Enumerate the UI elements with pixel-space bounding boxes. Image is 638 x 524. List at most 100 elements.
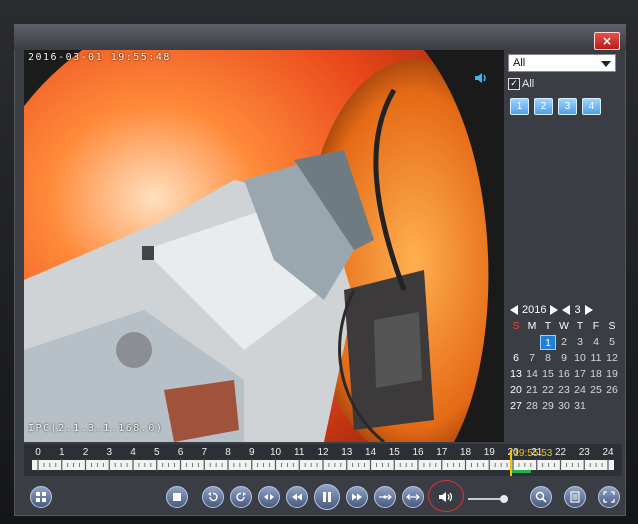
calendar-day[interactable]: 23: [556, 383, 572, 398]
frame-step-button[interactable]: [258, 486, 280, 508]
channel-select[interactable]: All: [508, 54, 616, 72]
stop-icon: [173, 493, 181, 501]
calendar-day[interactable]: 26: [604, 383, 620, 398]
channel-select-value: All: [513, 57, 526, 69]
calendar-day[interactable]: 3: [572, 335, 588, 350]
calendar-day[interactable]: 20: [508, 383, 524, 398]
calendar-day[interactable]: 24: [572, 383, 588, 398]
pause-button[interactable]: [314, 484, 340, 510]
calendar-day[interactable]: 25: [588, 383, 604, 398]
grid-layout-button[interactable]: [30, 486, 52, 508]
timeline-hour-label: 7: [201, 447, 208, 458]
calendar-day[interactable]: 4: [588, 335, 604, 350]
calendar-day[interactable]: 28: [524, 399, 540, 414]
timeline-hour-label: 0: [35, 447, 41, 458]
calendar-day[interactable]: 10: [572, 351, 588, 366]
calendar-blank: [524, 335, 540, 350]
timeline-hour-label: 22: [554, 447, 567, 458]
fullscreen-icon: [603, 491, 615, 503]
prev-month-icon[interactable]: [562, 305, 571, 315]
forward-step-button[interactable]: [230, 486, 252, 508]
calendar-header: 2016 3: [508, 302, 622, 318]
timeline-hour-label: 19: [483, 447, 495, 458]
rewind-step-button[interactable]: [202, 486, 224, 508]
undo-icon: [208, 492, 218, 502]
calendar-day[interactable]: 30: [556, 399, 572, 414]
channel-button-1[interactable]: 1: [510, 98, 529, 115]
calendar-grid: S M T W T F S 1 2 3 4 5 6 7 8 9 10 11 12 13 14 15 16 17 18 19 20 21…: [508, 319, 622, 414]
calendar-weekday-header: F: [592, 320, 600, 332]
recording-segment[interactable]: [510, 470, 531, 473]
timeline-hour-label: 1: [58, 447, 65, 458]
calendar-day[interactable]: 9: [556, 351, 572, 366]
timeline-hour-label: 4: [130, 447, 136, 458]
timeline-hour-label: 14: [364, 447, 377, 458]
timeline-hour-label: 10: [269, 447, 282, 458]
calendar-day[interactable]: 22: [540, 383, 556, 398]
step-icon: [264, 494, 274, 500]
timeline-hour-label: 18: [459, 447, 472, 458]
calendar-day[interactable]: 21: [524, 383, 540, 398]
calendar-day[interactable]: 11: [588, 351, 604, 366]
calendar-day[interactable]: 5: [604, 335, 620, 350]
calendar: 2016 3 S M T W T F S 1 2 3 4 5 6 7 8 9 10 11 12 13 14 15 16 17 1…: [508, 302, 622, 414]
timeline-hour-label: 12: [317, 447, 329, 458]
prev-year-icon[interactable]: [510, 305, 518, 315]
fast-backward-button[interactable]: [286, 486, 308, 508]
next-frame-icon: [379, 494, 392, 500]
timeline-cursor[interactable]: [510, 450, 513, 476]
list-icon: [570, 491, 580, 503]
calendar-day[interactable]: 6: [508, 351, 524, 366]
calendar-year: 2016: [522, 304, 547, 316]
close-button[interactable]: ×: [594, 32, 620, 50]
timeline-cursor-time: 19:55:53: [513, 448, 553, 459]
zoom-button[interactable]: [530, 486, 552, 508]
calendar-day[interactable]: 8: [540, 351, 556, 366]
calendar-blank: [508, 335, 524, 350]
stop-button[interactable]: [166, 486, 188, 508]
speaker-icon[interactable]: [474, 72, 488, 84]
calendar-day[interactable]: 29: [540, 399, 556, 414]
calendar-day[interactable]: 17: [572, 367, 588, 382]
channel-button-3[interactable]: 3: [558, 98, 577, 115]
video-view[interactable]: 2016-03-01 19:55:48 IPC(2.1.3.1.168.0): [24, 50, 504, 442]
calendar-day[interactable]: 18: [588, 367, 604, 382]
timeline-hour-label: 23: [578, 447, 590, 458]
fast-forward-button[interactable]: [346, 486, 368, 508]
camera-feed-image: [24, 50, 504, 442]
calendar-weekday-header: T: [576, 320, 584, 332]
channel-button-2[interactable]: 2: [534, 98, 553, 115]
calendar-day[interactable]: 2: [556, 335, 572, 350]
calendar-day-selected[interactable]: 1: [540, 335, 556, 350]
search-icon: [535, 491, 547, 503]
volume-slider-knob[interactable]: [500, 495, 508, 503]
next-year-icon[interactable]: [550, 305, 559, 315]
next-month-icon[interactable]: [584, 305, 593, 315]
timeline[interactable]: 0 1 2 3 4 5 6 7 8 9 10 11 12 13 14 15 16 17 18 19 20 21 22 23 24…: [24, 444, 622, 476]
fullscreen-button[interactable]: [598, 486, 620, 508]
calendar-day[interactable]: 27: [508, 399, 524, 414]
calendar-day[interactable]: 16: [556, 367, 572, 382]
file-list-button[interactable]: [564, 486, 586, 508]
fast-forward-icon: [352, 493, 362, 501]
range-button[interactable]: [402, 486, 424, 508]
timeline-hour-label: 2: [82, 447, 89, 458]
calendar-day[interactable]: 19: [604, 367, 620, 382]
calendar-day[interactable]: 12: [604, 351, 620, 366]
check-icon[interactable]: ✓: [508, 78, 520, 90]
next-frame-button[interactable]: [374, 486, 396, 508]
right-panel: All ✓ All 1 2 3 4 2016 3 SMTWTFS12345678…: [508, 50, 622, 442]
calendar-day[interactable]: 15: [540, 367, 556, 382]
calendar-day[interactable]: 13: [508, 367, 524, 382]
timeline-hour-label: 16: [412, 447, 424, 458]
calendar-day[interactable]: 31: [572, 399, 588, 414]
calendar-weekday-header: T: [544, 320, 552, 332]
channel-button-4[interactable]: 4: [582, 98, 601, 115]
all-checkbox-row[interactable]: ✓ All: [508, 78, 534, 90]
calendar-day[interactable]: 14: [524, 367, 540, 382]
timeline-hour-label: 13: [341, 447, 353, 458]
calendar-day[interactable]: 7: [524, 351, 540, 366]
volume-button[interactable]: [435, 486, 457, 508]
calendar-weekday-header: S: [608, 320, 616, 332]
pause-icon: [323, 492, 331, 502]
